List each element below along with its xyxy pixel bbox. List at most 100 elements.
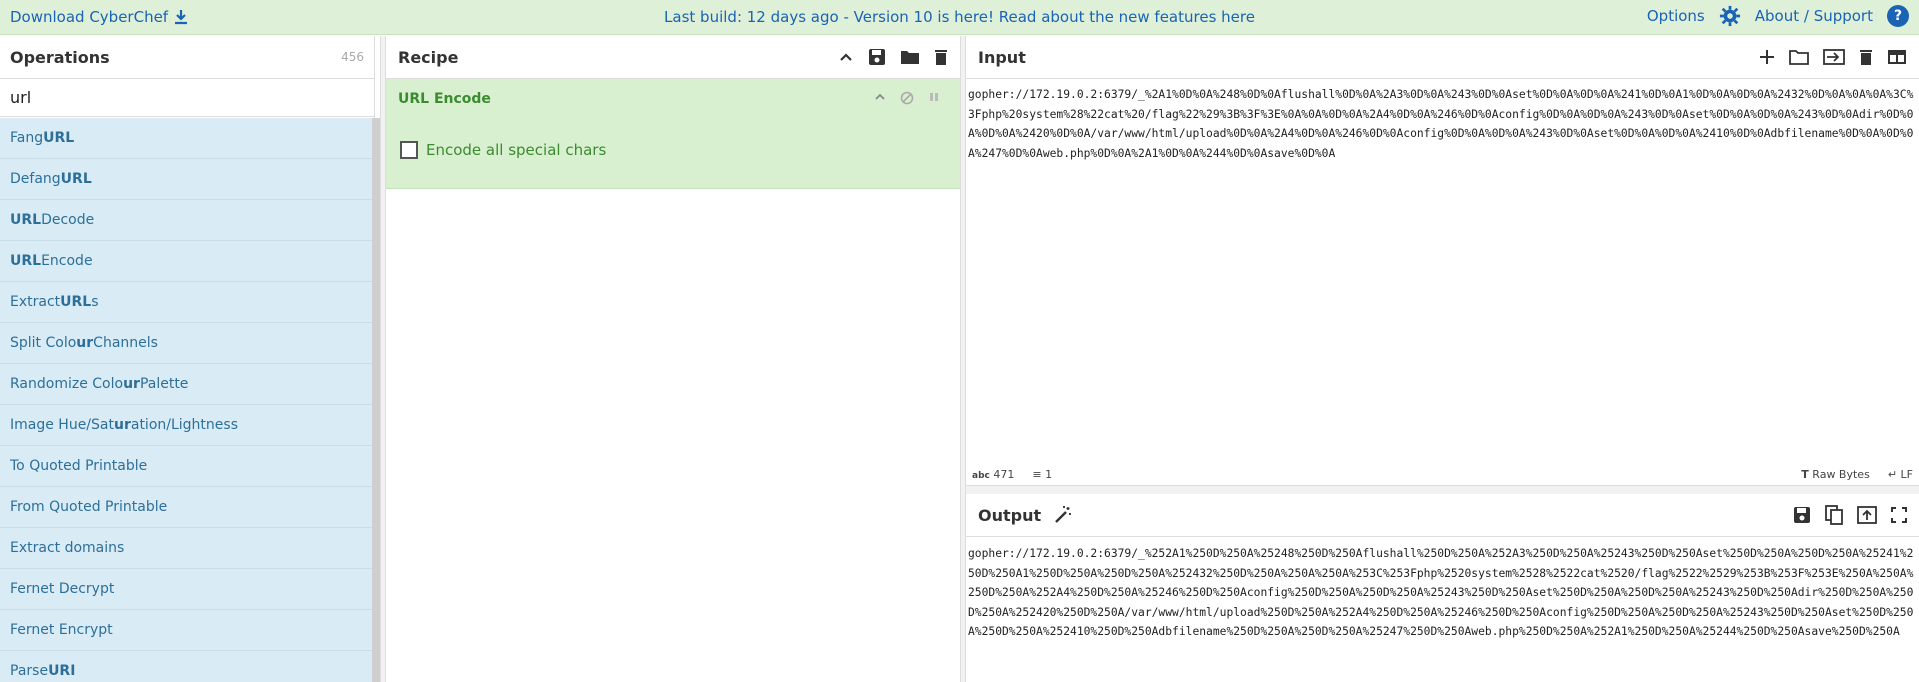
operation-label-part: Fernet Encrypt xyxy=(10,622,113,638)
operations-header: Operations 456 xyxy=(0,36,374,79)
operation-label-part: Fang xyxy=(10,130,44,146)
version-notice-link[interactable]: Last build: 12 days ago - Version 10 is … xyxy=(664,8,1255,26)
operation-item[interactable]: Parse URI xyxy=(0,651,372,682)
operation-item[interactable]: Split Colo ur Channels xyxy=(0,323,372,364)
operation-label-part: Defang xyxy=(10,171,61,187)
operation-label-part: s xyxy=(91,294,99,310)
chevron-up-icon[interactable] xyxy=(838,49,854,65)
open-folder-icon[interactable] xyxy=(1789,49,1809,65)
pause-icon[interactable] xyxy=(928,91,940,103)
operation-item[interactable]: URL Encode xyxy=(0,241,372,282)
operation-item[interactable]: Fernet Encrypt xyxy=(0,610,372,651)
input-header: Input xyxy=(966,36,1919,79)
encode-special-chars-checkbox[interactable] xyxy=(400,141,418,159)
gear-icon[interactable] xyxy=(1719,5,1741,27)
operation-label-part: Extract xyxy=(10,294,61,310)
operation-label-part: Encode xyxy=(41,253,93,269)
output-title: Output xyxy=(978,505,1042,525)
download-link[interactable]: Download CyberChef xyxy=(10,8,188,26)
operation-label-match: URI xyxy=(48,663,76,679)
operation-label-match: URL xyxy=(10,253,42,269)
encoding-selector[interactable]: T Raw Bytes xyxy=(1801,468,1870,481)
operations-title: Operations xyxy=(10,47,110,67)
eol-label[interactable]: LF xyxy=(1901,468,1913,481)
options-link[interactable]: Options xyxy=(1647,7,1705,25)
io-panel: Input gopher://172.19.0.2:6379/_%2A1%0D%… xyxy=(966,36,1919,682)
input-status-bar: abc 471 ≡ 1 T Raw Bytes ↵ LF xyxy=(966,464,1919,486)
operation-label-part: Palette xyxy=(139,376,189,392)
recipe-header: Recipe xyxy=(386,36,960,79)
operation-label-match: URL xyxy=(43,130,75,146)
plus-icon[interactable] xyxy=(1759,49,1775,65)
operation-item[interactable]: Extract domains xyxy=(0,528,372,569)
operation-label-part: Extract domains xyxy=(10,540,125,556)
encoding-label[interactable]: Raw Bytes xyxy=(1812,468,1870,481)
operation-label-part: Image Hue/Sat xyxy=(10,417,114,433)
operations-scrollbar[interactable] xyxy=(372,118,380,682)
recipe-operation-card[interactable]: URL Encode Encode all special chars xyxy=(386,79,960,189)
lines-stat: ≡ 1 xyxy=(1032,468,1052,481)
operations-panel: Operations 456 url Fang URL Defang URL URL… xyxy=(0,36,380,682)
operation-item[interactable]: To Quoted Printable xyxy=(0,446,372,487)
operation-label-match: URL xyxy=(10,212,42,228)
replace-input-icon[interactable] xyxy=(1857,506,1877,524)
operation-item[interactable]: Fang URL xyxy=(0,118,372,159)
operation-label-part: To Quoted Printable xyxy=(10,458,148,474)
save-icon[interactable] xyxy=(868,48,886,66)
operation-label-match: ur xyxy=(76,335,94,351)
lines-icon: ≡ xyxy=(1032,468,1042,481)
operation-label-match: ur xyxy=(113,417,131,433)
magic-wand-icon[interactable] xyxy=(1053,505,1073,525)
operation-label-part: Randomize Colo xyxy=(10,376,124,392)
recipe-panel: Recipe URL Encode Encode all special cha… xyxy=(386,36,960,682)
download-label[interactable]: Download CyberChef xyxy=(10,8,168,26)
open-file-icon[interactable] xyxy=(1823,49,1845,65)
operation-item[interactable]: From Quoted Printable xyxy=(0,487,372,528)
eol-selector[interactable]: ↵ LF xyxy=(1888,468,1913,481)
encode-special-chars-label: Encode all special chars xyxy=(426,141,607,159)
length-icon: abc xyxy=(972,471,990,481)
copy-icon[interactable] xyxy=(1825,505,1843,525)
input-length: 471 xyxy=(993,468,1015,481)
maximize-icon[interactable] xyxy=(1891,507,1907,523)
input-title: Input xyxy=(978,47,1026,67)
operation-label-match: URL xyxy=(60,294,92,310)
top-banner: Download CyberChef Last build: 12 days a… xyxy=(0,0,1919,35)
input-textarea[interactable]: gopher://172.19.0.2:6379/_%2A1%0D%0A%248… xyxy=(966,79,1919,464)
operation-label-match: ur xyxy=(123,376,140,392)
operation-label-match: URL xyxy=(60,171,92,187)
operation-item[interactable]: Fernet Decrypt xyxy=(0,569,372,610)
operation-label-part: Decode xyxy=(41,212,95,228)
save-icon[interactable] xyxy=(1793,506,1811,524)
version-notice: Last build: 12 days ago - Version 10 is … xyxy=(0,8,1919,26)
operation-item[interactable]: Defang URL xyxy=(0,159,372,200)
trash-icon[interactable] xyxy=(1859,48,1873,66)
operation-item[interactable]: Randomize Colo ur Palette xyxy=(0,364,372,405)
chevron-up-icon[interactable] xyxy=(874,91,886,103)
trash-icon[interactable] xyxy=(934,48,948,66)
operations-list: Fang URL Defang URL URL Decode URL Encode Ex… xyxy=(0,118,372,682)
folder-icon[interactable] xyxy=(900,49,920,65)
input-lines: 1 xyxy=(1045,468,1053,481)
io-split-handle[interactable] xyxy=(966,486,1919,494)
disable-icon[interactable] xyxy=(900,91,914,105)
text-encoding-icon: T xyxy=(1801,468,1809,481)
operations-count: 456 xyxy=(341,50,364,64)
about-support-link[interactable]: About / Support xyxy=(1755,7,1873,25)
output-textarea[interactable]: gopher://172.19.0.2:6379/_%252A1%250D%25… xyxy=(966,542,1919,682)
operation-item[interactable]: Image Hue/Sat ur ation/Lightness xyxy=(0,405,372,446)
operation-label-part: Fernet Decrypt xyxy=(10,581,115,597)
operations-search-input[interactable]: url xyxy=(0,79,374,117)
length-stat: abc 471 xyxy=(972,468,1014,481)
recipe-title: Recipe xyxy=(398,47,459,67)
help-icon[interactable]: ? xyxy=(1887,5,1909,27)
download-icon[interactable] xyxy=(174,9,188,25)
operation-label-part: From Quoted Printable xyxy=(10,499,168,515)
operation-label-part: Channels xyxy=(93,335,158,351)
operation-item[interactable]: URL Decode xyxy=(0,200,372,241)
layout-icon[interactable] xyxy=(1887,49,1907,65)
output-header: Output xyxy=(966,494,1919,537)
operation-label-part: Parse xyxy=(10,663,49,679)
operation-item[interactable]: Extract URL s xyxy=(0,282,372,323)
recipe-operation-title: URL Encode xyxy=(398,91,491,107)
